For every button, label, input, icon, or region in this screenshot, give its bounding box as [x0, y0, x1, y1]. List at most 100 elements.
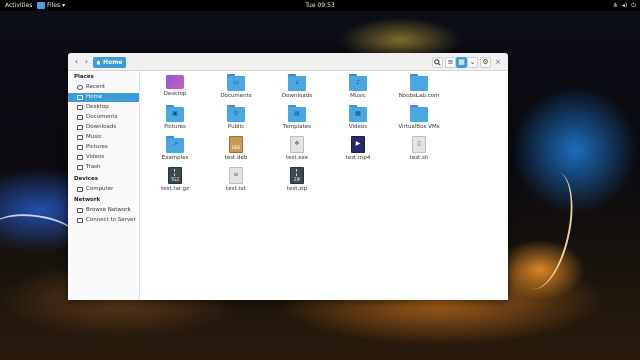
file-item-videos[interactable]: ▦ Videos [333, 105, 383, 130]
computer-icon [77, 187, 83, 192]
file-item-templates[interactable]: ▤ Templates [272, 105, 322, 130]
folder-icon [410, 105, 428, 122]
sidebar-section-places: Places [74, 74, 94, 80]
videos-folder-icon: ▦ [349, 105, 367, 122]
file-manager-window: ‹ › Home ≡ ▦ ⌄ ⚙ × Places Recent Home De… [68, 53, 508, 300]
file-item-test-zip[interactable]: ZIP test.zip [272, 167, 322, 192]
path-bar-label: Home [103, 59, 123, 66]
documents-icon [77, 115, 83, 120]
power-icon: ⏻ [631, 2, 636, 9]
grid-view-button[interactable]: ▦ [456, 57, 467, 68]
file-name: Videos [348, 124, 368, 130]
system-tray[interactable]: ⋔ ◂) ⏻ [613, 0, 636, 11]
home-icon [77, 95, 83, 100]
top-bar: Activities Files ▾ Tue 09:53 ⋔ ◂) ⏻ [0, 0, 640, 11]
view-options-button[interactable]: ⌄ [467, 57, 478, 68]
forward-button[interactable]: › [82, 57, 91, 67]
file-item-test-deb[interactable]: DEB test.deb [211, 136, 261, 161]
file-item-documents[interactable]: ▭ Documents [211, 74, 261, 99]
file-item-virtualbox-vms[interactable]: VirtualBox VMs [394, 105, 444, 130]
file-name: Templates [283, 124, 311, 130]
sidebar-item-label: Pictures [86, 144, 108, 150]
file-item-music[interactable]: ♪ Music [333, 74, 383, 99]
sidebar-item-downloads[interactable]: Downloads [68, 123, 139, 132]
file-item-test-tar-gz[interactable]: TGZ test.tar.gz [150, 167, 200, 192]
zip-file-icon: ZIP [290, 167, 304, 184]
close-button[interactable]: × [495, 57, 501, 67]
sidebar-item-label: Videos [86, 154, 105, 160]
sidebar-item-trash[interactable]: Trash [68, 163, 139, 172]
sidebar-item-browse-network[interactable]: Browse Network [68, 206, 139, 215]
file-name: test.sh [409, 155, 429, 161]
network-icon [77, 208, 83, 213]
sidebar-item-desktop[interactable]: Desktop [68, 103, 139, 112]
grid-icon: ▦ [458, 58, 465, 66]
file-name: Desktop [163, 91, 187, 97]
list-view-button[interactable]: ≡ [445, 57, 456, 68]
sidebar-item-videos[interactable]: Videos [68, 153, 139, 162]
sidebar-section-network: Network [74, 197, 101, 203]
file-name: Public [227, 124, 245, 130]
server-icon [77, 218, 83, 223]
file-name: test.tar.gz [161, 186, 189, 192]
templates-folder-icon: ▤ [288, 105, 306, 122]
path-bar-home-button[interactable]: Home [93, 57, 127, 68]
gear-icon: ⚙ [482, 58, 489, 66]
settings-menu-button[interactable]: ⚙ [480, 57, 491, 68]
sidebar-item-label: Trash [86, 164, 101, 170]
volume-icon: ◂) [621, 2, 628, 9]
sidebar-item-label: Recent [86, 84, 106, 90]
file-item-test-sh[interactable]: ▯ test.sh [394, 136, 444, 161]
home-icon [96, 60, 101, 65]
sidebar-item-home[interactable]: Home [68, 93, 139, 102]
pictures-icon [77, 145, 83, 150]
search-button[interactable] [432, 57, 443, 68]
file-name: NoobsLab.com [398, 93, 440, 99]
sidebar-item-label: Downloads [86, 124, 117, 130]
file-name: test.deb [224, 155, 248, 161]
file-item-examples[interactable]: ↗ Examples [150, 136, 200, 161]
file-item-test-txt[interactable]: ≡ test.txt [211, 167, 261, 192]
folder-icon: ▭ [227, 74, 245, 91]
sidebar-item-label: Music [86, 134, 102, 140]
file-name: Music [350, 93, 366, 99]
pictures-folder-icon: ▣ [166, 105, 184, 122]
file-name: Downloads [281, 93, 313, 99]
downloads-icon [77, 125, 83, 130]
file-item-test-mp4[interactable]: ▶ test.mp4 [333, 136, 383, 161]
file-name: test.txt [226, 186, 246, 192]
text-file-icon: ≡ [229, 167, 243, 184]
public-folder-icon: ⚲ [227, 105, 245, 122]
file-item-desktop[interactable]: Desktop [150, 74, 200, 97]
header-bar: ‹ › Home ≡ ▦ ⌄ ⚙ × [68, 53, 508, 71]
download-folder-icon: ↓ [288, 74, 306, 91]
sidebar-item-label: Desktop [86, 104, 109, 110]
file-item-test-exe[interactable]: ❖ test.exe [272, 136, 322, 161]
desktop-folder-icon [166, 75, 184, 89]
exe-file-icon: ❖ [290, 136, 304, 153]
desktop-icon [77, 105, 83, 110]
sidebar: Places Recent Home Desktop Documents Dow… [68, 71, 140, 300]
file-name: test.mp4 [345, 155, 371, 161]
script-file-icon: ▯ [412, 136, 426, 153]
sidebar-item-connect-to-server[interactable]: Connect to Server [68, 216, 139, 225]
file-item-public[interactable]: ⚲ Public [211, 105, 261, 130]
sidebar-item-pictures[interactable]: Pictures [68, 143, 139, 152]
file-grid: Desktop ▭ Documents ↓ Downloads ♪ Music … [140, 71, 508, 300]
folder-icon [410, 74, 428, 91]
sidebar-item-documents[interactable]: Documents [68, 113, 139, 122]
back-button[interactable]: ‹ [72, 57, 81, 67]
file-name: test.exe [285, 155, 309, 161]
sidebar-item-computer[interactable]: Computer [68, 185, 139, 194]
file-item-downloads[interactable]: ↓ Downloads [272, 74, 322, 99]
file-item-pictures[interactable]: ▣ Pictures [150, 105, 200, 130]
sidebar-item-music[interactable]: Music [68, 133, 139, 142]
file-name: Examples [161, 155, 189, 161]
sidebar-item-recent[interactable]: Recent [68, 83, 139, 92]
clock-icon [77, 85, 83, 90]
sidebar-item-label: Connect to Server [86, 217, 136, 223]
clock[interactable]: Tue 09:53 [0, 0, 640, 11]
file-name: VirtualBox VMs [398, 124, 440, 130]
sidebar-item-label: Computer [86, 186, 114, 192]
file-item-noobslab[interactable]: NoobsLab.com [394, 74, 444, 99]
